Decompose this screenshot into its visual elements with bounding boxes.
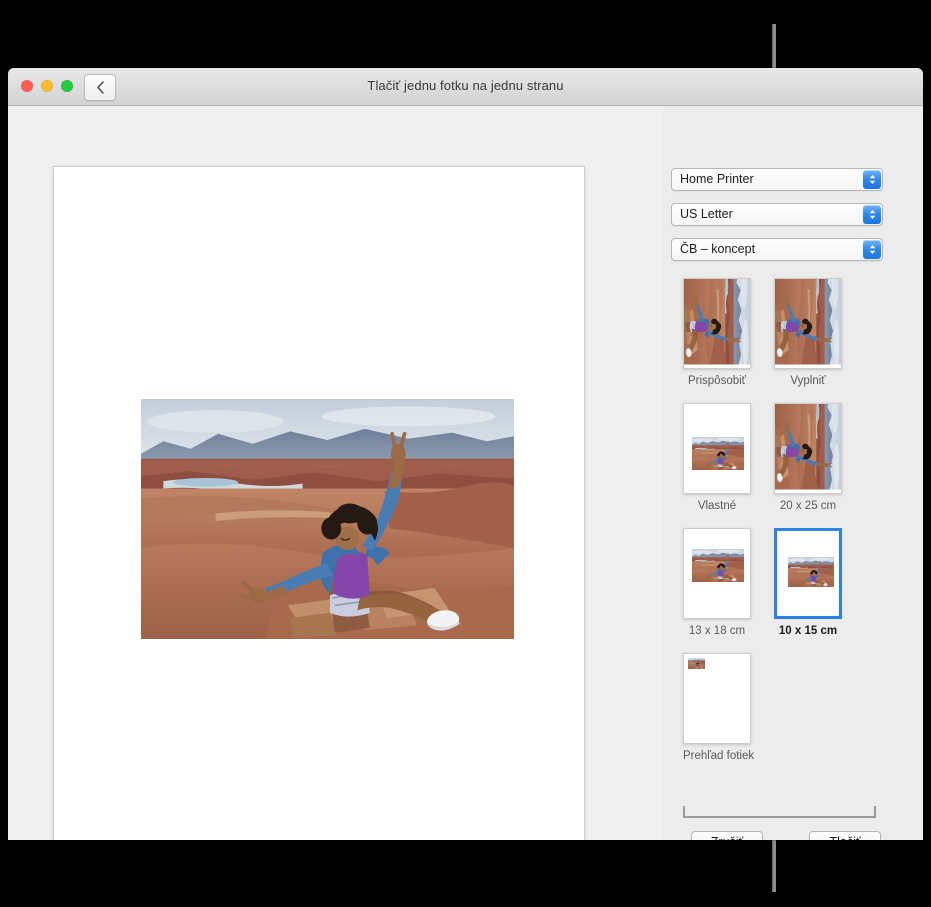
layout-row: Vlastné 20 x 25 cm (683, 403, 883, 512)
layout-option-label: Vyplniť (790, 375, 826, 387)
print-options-panel: Home Printer US Letter ČB – koncept Pris… (663, 106, 923, 840)
layout-option-10x15[interactable]: 10 x 15 cm (774, 528, 842, 637)
thumbnail-photo (788, 557, 834, 587)
layout-option-13x18[interactable]: 13 x 18 cm (683, 528, 751, 637)
layout-thumbnail (683, 403, 751, 494)
layout-thumbnail (774, 278, 842, 369)
layout-row: Prehľad fotiek (683, 653, 883, 762)
layout-thumbnail (683, 653, 751, 744)
chevron-updown-icon (863, 205, 881, 224)
thumbnail-photo (775, 279, 841, 368)
print-dialog-window: Tlačiť jednu fotku na jednu stranu Home … (8, 68, 923, 840)
thumbnail-photo (684, 279, 750, 368)
layout-preset-grid: Prispôsobiť Vyplniť Vlastné 20 x 25 cm 1… (683, 278, 883, 778)
paper-size-dropdown-value: US Letter (680, 207, 733, 221)
callout-bracket (683, 806, 876, 818)
layout-option-custom[interactable]: Vlastné (683, 403, 751, 512)
layout-option-label: Vlastné (697, 500, 737, 512)
chevron-updown-icon (863, 240, 881, 259)
layout-option-label: Prispôsobiť (687, 375, 746, 387)
paper-size-dropdown[interactable]: US Letter (671, 203, 883, 226)
window-titlebar: Tlačiť jednu fotku na jednu stranu (8, 68, 923, 106)
printer-dropdown-value: Home Printer (680, 172, 754, 186)
layout-option-fit[interactable]: Prispôsobiť (683, 278, 751, 387)
print-button[interactable]: Tlačiť (809, 831, 881, 840)
cancel-button[interactable]: Zrušiť (691, 831, 763, 840)
layout-option-contact-sheet[interactable]: Prehľad fotiek (683, 653, 755, 762)
window-body: Home Printer US Letter ČB – koncept Pris… (8, 106, 923, 840)
thumbnail-photo (692, 437, 744, 470)
chevron-updown-icon (863, 170, 881, 189)
window-title: Tlačiť jednu fotku na jednu stranu (367, 78, 564, 93)
print-quality-dropdown-value: ČB – koncept (680, 242, 756, 256)
layout-thumbnail (683, 278, 751, 369)
layout-row: Prispôsobiť Vyplniť (683, 278, 883, 387)
layout-option-fill[interactable]: Vyplniť (774, 278, 842, 387)
thumbnail-photo (688, 658, 705, 669)
layout-thumbnail (774, 528, 842, 619)
layout-thumbnail (683, 528, 751, 619)
print-preview-page (53, 166, 585, 840)
preview-photo (141, 399, 514, 639)
thumbnail-photo (775, 404, 841, 493)
print-quality-dropdown[interactable]: ČB – koncept (671, 238, 883, 261)
layout-row: 13 x 18 cm 10 x 15 cm (683, 528, 883, 637)
thumbnail-photo (692, 549, 744, 582)
layout-thumbnail (774, 403, 842, 494)
layout-option-20x25[interactable]: 20 x 25 cm (774, 403, 842, 512)
layout-option-label: 20 x 25 cm (779, 500, 837, 512)
layout-option-label: Prehľad fotiek (683, 750, 755, 762)
layout-option-label: 13 x 18 cm (688, 625, 746, 637)
dialog-button-row: Zrušiť Tlačiť (691, 831, 881, 840)
printer-dropdown[interactable]: Home Printer (671, 168, 883, 191)
layout-option-label: 10 x 15 cm (778, 625, 838, 637)
